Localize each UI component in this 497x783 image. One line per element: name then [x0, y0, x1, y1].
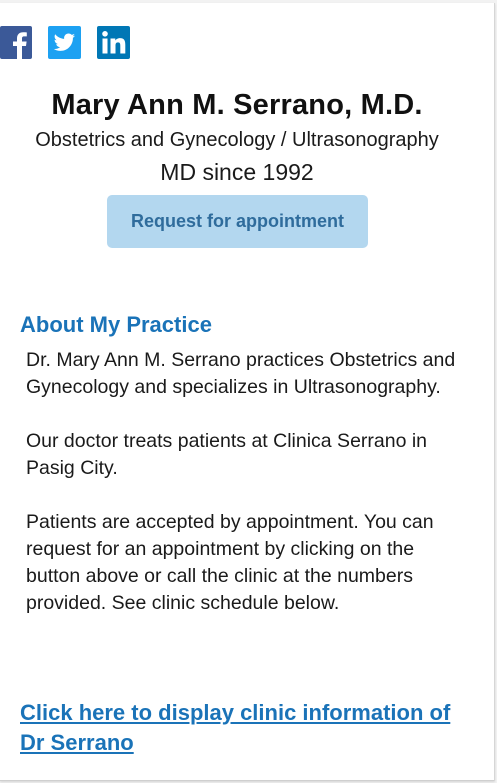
twitter-icon: [48, 26, 81, 59]
about-paragraph: Dr. Mary Ann M. Serrano practices Obstet…: [26, 349, 456, 398]
about-practice-heading: About My Practice: [20, 312, 212, 337]
about-paragraph: Our doctor treats patients at Clinica Se…: [26, 430, 428, 479]
clinic-info-link[interactable]: Click here to display clinic information…: [20, 698, 470, 758]
facebook-share-button[interactable]: [0, 26, 32, 59]
twitter-share-button[interactable]: [48, 26, 81, 59]
facebook-icon: [0, 26, 32, 59]
doctor-profile-card: Mary Ann M. Serrano, M.D. Obstetrics and…: [0, 3, 495, 781]
doctor-name: Mary Ann M. Serrano, M.D.: [51, 89, 423, 121]
linkedin-share-button[interactable]: [97, 26, 130, 59]
request-appointment-button[interactable]: Request for appointment: [107, 195, 368, 248]
linkedin-icon: [97, 26, 130, 59]
card-bottom-divider: [0, 780, 494, 781]
about-paragraph: Patients are accepted by appointment. Yo…: [26, 511, 434, 614]
about-practice-body: Dr. Mary Ann M. Serrano practices Obstet…: [26, 347, 466, 644]
doctor-specialty: Obstetrics and Gynecology / Ultrasonogra…: [35, 129, 439, 151]
doctor-md-since: MD since 1992: [160, 159, 314, 185]
